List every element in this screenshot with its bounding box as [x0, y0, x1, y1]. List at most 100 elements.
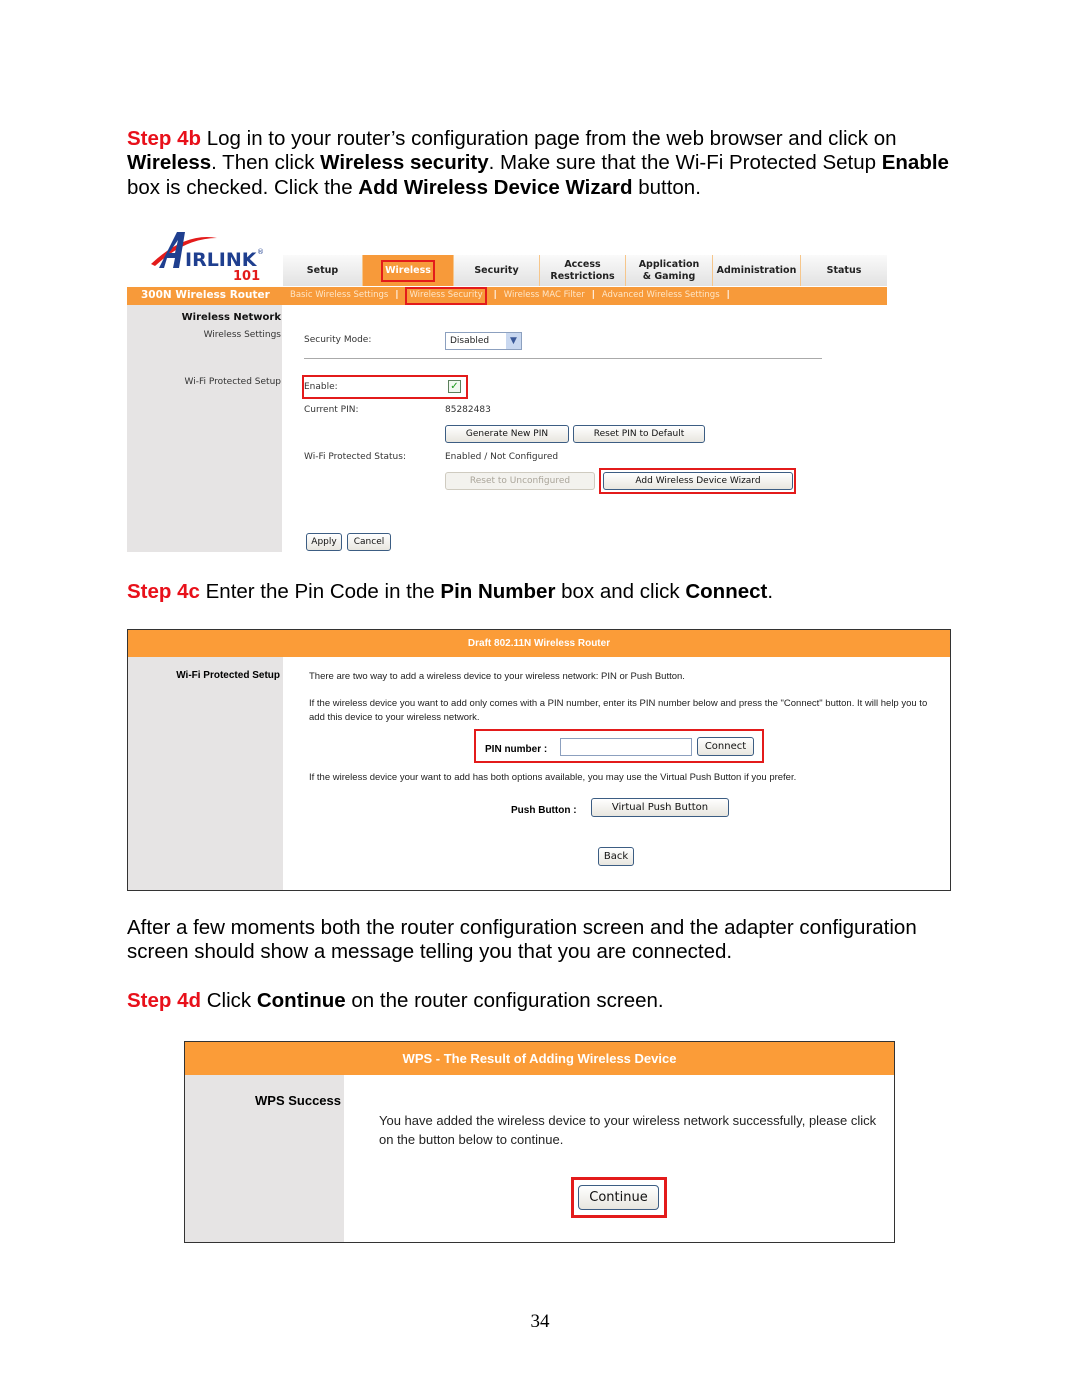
button-label: Cancel [353, 537, 385, 547]
reset-pin-to-default-button[interactable]: Reset PIN to Default [573, 425, 705, 443]
virtual-push-button[interactable]: Virtual Push Button [591, 798, 729, 817]
bold-text: Connect [685, 580, 768, 603]
button-label: Reset to Unconfigured [469, 476, 571, 486]
subnav-wireless-mac-filter[interactable]: Wireless MAC Filter [504, 290, 585, 305]
cancel-button[interactable]: Cancel [347, 533, 391, 551]
wps-pin-screenshot: Draft 802.11N Wireless Router Wi-Fi Prot… [127, 629, 951, 891]
enable-label: Enable: [304, 382, 338, 392]
after-paragraph: After a few moments both the router conf… [127, 916, 917, 964]
bold-text: Wireless security [320, 151, 489, 175]
separator: | [591, 290, 595, 300]
sub-nav: Basic Wireless Settings | Wireless Securi… [290, 287, 737, 305]
tab-label: Status [826, 264, 862, 276]
apply-button[interactable]: Apply [306, 533, 342, 551]
bold-text: Wireless [127, 151, 212, 175]
text: Click [201, 989, 257, 1012]
separator: | [493, 290, 497, 300]
button-label: Connect [704, 741, 747, 752]
tab-label: Setup [306, 264, 339, 276]
tab-label: Wireless [381, 259, 435, 282]
main-content: Security Mode: Disabled ▼ Enable: ✓ Curr… [282, 305, 887, 552]
security-mode-label: Security Mode: [304, 335, 372, 345]
pin-instructions: If the wireless device you want to add o… [309, 698, 928, 723]
panel-header: Draft 802.11N Wireless Router [128, 630, 950, 657]
tab-label: Security [474, 264, 519, 276]
svg-text:®: ® [257, 248, 264, 256]
sidebar-item-wireless-settings: Wireless Settings [203, 330, 281, 340]
tab-access-restrictions[interactable]: Access Restrictions [540, 255, 626, 286]
main-tabs: Setup Wireless Security Access Restricti… [283, 255, 887, 286]
wps-result-screenshot: WPS - The Result of Adding Wireless Devi… [184, 1041, 895, 1243]
tab-application-gaming[interactable]: Application & Gaming [626, 255, 713, 286]
text: button. [632, 175, 701, 199]
text: . Then click [211, 151, 321, 175]
generate-new-pin-button[interactable]: Generate New PIN [445, 425, 569, 443]
sidebar-heading: Wireless Network [181, 312, 281, 323]
button-label: Virtual Push Button [611, 802, 709, 813]
pin-number-label: PIN number : [485, 744, 548, 755]
tab-label: Access Restrictions [550, 258, 615, 282]
success-message: You have added the wireless device to yo… [379, 1113, 877, 1147]
intro-text: There are two way to add a wireless devi… [309, 671, 685, 682]
text: Enter the Pin Code in the [199, 580, 441, 603]
push-button-label: Push Button : [511, 805, 577, 816]
panel-header: WPS - The Result of Adding Wireless Devi… [185, 1042, 894, 1075]
sidebar: Wi-Fi Protected Setup [128, 657, 283, 890]
sidebar-heading: Wi-Fi Protected Setup [176, 670, 280, 681]
button-label: Generate New PIN [465, 429, 549, 439]
button-label: Back [603, 851, 629, 862]
tab-administration[interactable]: Administration [713, 255, 801, 286]
step-4c-paragraph: Step 4c Enter the Pin Code in the Pin Nu… [127, 580, 957, 604]
bold-text: Add Wireless Device Wizard [358, 175, 633, 199]
tab-wireless[interactable]: Wireless [363, 255, 454, 286]
svg-text:101: 101 [233, 269, 260, 282]
current-pin-label: Current PIN: [304, 405, 359, 415]
step-4b-paragraph: Step 4b Log in to your router’s configur… [127, 127, 957, 200]
sidebar: Wireless Network Wireless Settings Wi-Fi… [127, 305, 282, 552]
wps-status-label: Wi-Fi Protected Status: [304, 452, 406, 462]
tab-security[interactable]: Security [454, 255, 540, 286]
separator: | [395, 290, 399, 300]
svg-text:IRLINK: IRLINK [185, 249, 258, 271]
bold-text: Pin Number [440, 580, 556, 603]
sidebar-item-wps: Wi-Fi Protected Setup [184, 377, 281, 387]
subnav-basic-wireless-settings[interactable]: Basic Wireless Settings [290, 290, 388, 305]
text: box is checked. Click the [127, 175, 359, 199]
airlink-logo: IRLINK ® 101 [151, 232, 264, 282]
reset-to-unconfigured-button[interactable]: Reset to Unconfigured [445, 472, 595, 490]
step-4d-paragraph: Step 4d Click Continue on the router con… [127, 989, 957, 1013]
current-pin-value: 85282483 [445, 405, 491, 415]
push-button-text: If the wireless device your want to add … [309, 772, 797, 783]
separator: | [726, 290, 730, 300]
text: Log in to your router’s configuration pa… [201, 127, 897, 150]
wps-status-value: Enabled / Not Configured [445, 452, 559, 462]
subnav-wireless-security[interactable]: Wireless Security [405, 287, 487, 305]
button-label: Reset PIN to Default [593, 429, 685, 439]
sidebar: WPS Success [185, 1075, 344, 1242]
step-label: Step 4d [127, 989, 202, 1012]
tab-label: Administration [716, 264, 797, 276]
security-mode-select[interactable]: Disabled ▼ [445, 332, 522, 350]
add-wireless-device-wizard-button[interactable]: Add Wireless Device Wizard [603, 472, 793, 490]
chevron-down-icon: ▼ [506, 333, 521, 349]
product-name: 300N Wireless Router [141, 289, 270, 301]
tab-label: Application & Gaming [638, 258, 700, 282]
select-value: Disabled [450, 336, 490, 346]
bold-text: Enable [881, 151, 949, 175]
wps-enable-checkbox[interactable]: ✓ [448, 380, 461, 393]
continue-button[interactable]: Continue [578, 1185, 659, 1210]
button-label: Continue [589, 1190, 648, 1205]
sub-navigation-bar: 300N Wireless Router Basic Wireless Sett… [127, 287, 887, 305]
connect-button[interactable]: Connect [697, 737, 754, 756]
pin-number-input[interactable] [560, 738, 692, 756]
text: box and click [555, 580, 686, 603]
tab-setup[interactable]: Setup [283, 255, 363, 286]
button-label: Add Wireless Device Wizard [635, 476, 761, 486]
step-label: Step 4c [127, 580, 200, 603]
sidebar-heading: WPS Success [255, 1093, 341, 1108]
text: on the router configuration screen. [345, 989, 664, 1012]
subnav-advanced-wireless-settings[interactable]: Advanced Wireless Settings [602, 290, 720, 305]
tab-status[interactable]: Status [801, 255, 887, 286]
text: . [767, 580, 774, 603]
back-button[interactable]: Back [598, 847, 634, 866]
